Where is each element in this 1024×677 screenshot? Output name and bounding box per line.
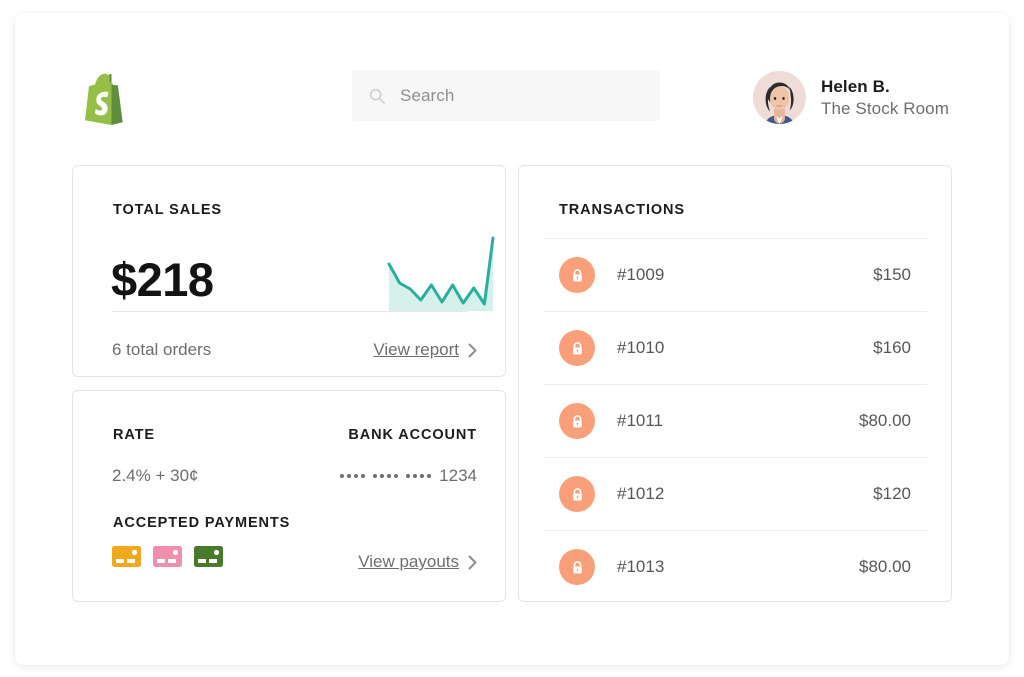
bank-account-title: BANK ACCOUNT (348, 427, 477, 443)
transaction-id: #1013 (617, 557, 664, 577)
user-menu[interactable]: Helen B. The Stock Room (753, 71, 949, 124)
sales-sparkline-chart (387, 236, 495, 311)
transaction-id: #1009 (617, 265, 664, 285)
transactions-card: TRANSACTIONS #1009 $150 (518, 165, 952, 602)
table-row[interactable]: #1011 $80.00 (543, 384, 927, 457)
bank-account-last4: 1234 (439, 466, 477, 486)
avatar (753, 71, 806, 124)
table-row[interactable]: #1012 $120 (543, 457, 927, 530)
view-payouts-link[interactable]: View payouts (358, 552, 477, 572)
table-row[interactable]: #1010 $160 (543, 311, 927, 384)
search-icon (368, 87, 386, 105)
transactions-title: TRANSACTIONS (559, 202, 685, 218)
rate-title: RATE (113, 427, 155, 443)
transaction-id: #1012 (617, 484, 664, 504)
view-payouts-label: View payouts (358, 552, 459, 572)
lock-icon (559, 257, 595, 293)
view-report-link[interactable]: View report (373, 340, 477, 360)
rate-value: 2.4% + 30¢ (112, 466, 199, 486)
transactions-list: #1009 $150 #1010 $160 (543, 238, 927, 603)
total-sales-amount: $218 (111, 256, 214, 303)
lock-icon (559, 476, 595, 512)
transaction-id: #1011 (617, 411, 663, 431)
transaction-amount: $160 (873, 338, 911, 358)
shopify-bag-icon[interactable] (78, 71, 126, 127)
rate-card: RATE BANK ACCOUNT 2.4% + 30¢ 1234 ACCEPT… (72, 390, 506, 602)
transaction-amount: $80.00 (859, 557, 911, 577)
table-row[interactable]: #1009 $150 (543, 238, 927, 311)
user-name: Helen B. (821, 76, 949, 98)
chevron-right-icon (468, 555, 477, 570)
app-window: Search (15, 13, 1009, 665)
lock-icon (559, 549, 595, 585)
accepted-payment-icons (112, 546, 235, 567)
transaction-id: #1010 (617, 338, 664, 358)
lock-icon (559, 330, 595, 366)
table-row[interactable]: #1013 $80.00 (543, 530, 927, 603)
divider (112, 311, 468, 312)
total-sales-card: TOTAL SALES $218 6 total orders View rep… (72, 165, 506, 377)
masked-digits-group (406, 474, 431, 478)
transaction-amount: $120 (873, 484, 911, 504)
masked-digits-group (373, 474, 398, 478)
accepted-payments-title: ACCEPTED PAYMENTS (113, 515, 290, 531)
user-store-name: The Stock Room (821, 98, 949, 120)
lock-icon (559, 403, 595, 439)
total-sales-title: TOTAL SALES (113, 202, 222, 218)
total-orders-label: 6 total orders (112, 340, 211, 360)
top-bar: Search (15, 13, 1009, 153)
bank-account-number: 1234 (340, 466, 477, 486)
transaction-amount: $150 (873, 265, 911, 285)
masked-digits-group (340, 474, 365, 478)
credit-card-green-icon (194, 546, 223, 567)
search-input[interactable]: Search (352, 70, 660, 121)
view-report-label: View report (373, 340, 459, 360)
credit-card-amber-icon (112, 546, 141, 567)
chevron-right-icon (468, 343, 477, 358)
transaction-amount: $80.00 (859, 411, 911, 431)
search-placeholder: Search (400, 86, 454, 106)
credit-card-pink-icon (153, 546, 182, 567)
